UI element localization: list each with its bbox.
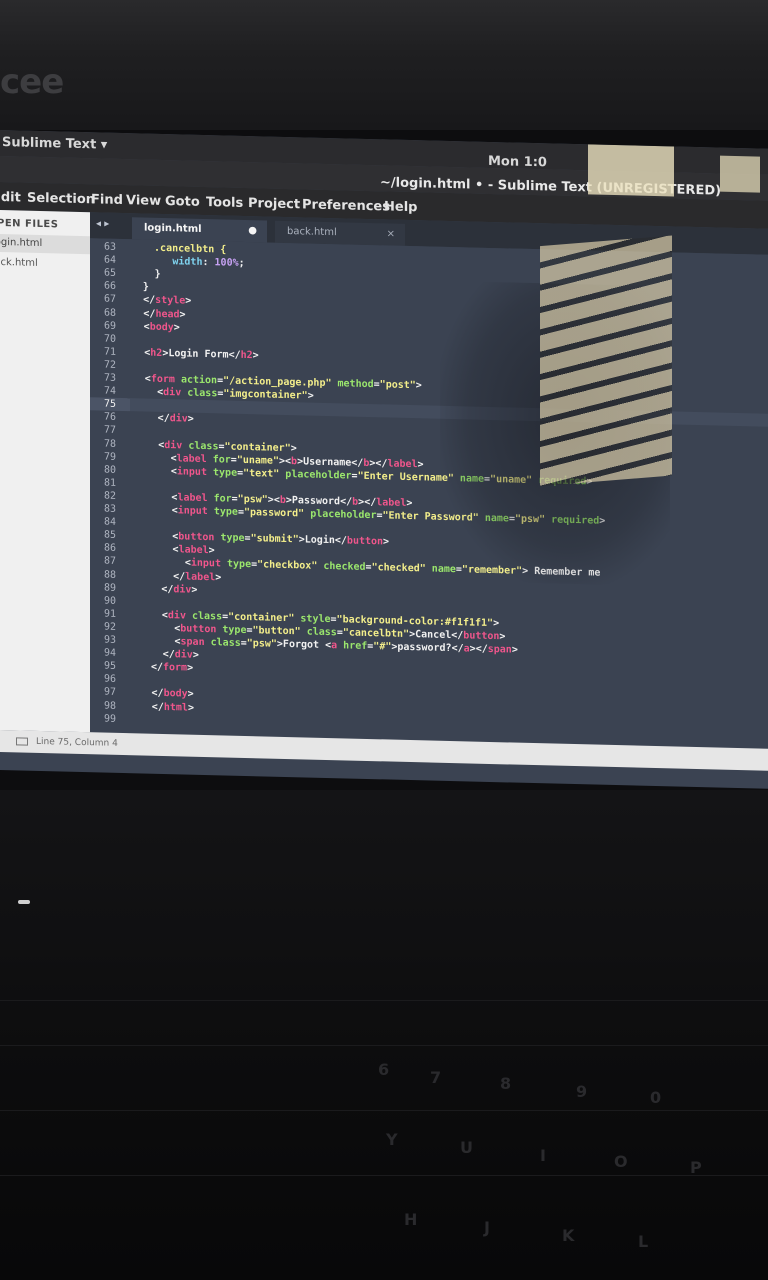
line-number: 70 (104, 333, 117, 345)
menu-preferences[interactable]: Preferences (302, 197, 390, 214)
menu-view[interactable]: View (126, 193, 161, 209)
code-line[interactable]: <body> (144, 320, 180, 334)
code-line[interactable]: } (143, 281, 149, 294)
window-glare (540, 235, 672, 487)
menu-project[interactable]: Project (248, 196, 300, 212)
line-number: 83 (104, 503, 117, 515)
line-number: 92 (104, 621, 117, 633)
key-7: 7 (430, 1068, 442, 1087)
line-number: 76 (104, 411, 117, 424)
app-menu-button[interactable]: Sublime Text ▾ (2, 135, 107, 153)
line-number-gutter: 63 64 65 66 67 68 69 70 71 72 73 74 75 76 77 78 79 80 81 82… (90, 238, 130, 735)
key-8: 8 (500, 1074, 512, 1093)
line-number: 79 (104, 451, 117, 463)
line-number: 86 (104, 542, 117, 555)
menu-selection[interactable]: Selection (27, 191, 95, 208)
line-number: 97 (104, 686, 117, 699)
status-led (18, 900, 30, 904)
close-icon[interactable]: × (387, 223, 395, 245)
laptop-keyboard: 6 7 8 9 0 Y U I O P H J K L (0, 790, 768, 1280)
code-line[interactable]: </form> (151, 661, 193, 675)
menu-tools[interactable]: Tools (206, 195, 243, 211)
tab-back[interactable]: back.html × (275, 220, 405, 246)
key-6: 6 (378, 1060, 390, 1079)
key-0: 0 (650, 1088, 662, 1107)
code-line[interactable]: </div> (146, 412, 194, 426)
line-number: 84 (104, 516, 117, 528)
key-i: I (540, 1146, 546, 1165)
menu-goto[interactable]: Goto (165, 194, 200, 210)
line-number: 99 (104, 713, 117, 725)
line-number: 75 (90, 397, 130, 412)
line-number: 94 (104, 647, 117, 659)
line-number: 72 (104, 359, 117, 371)
line-number: 82 (104, 490, 117, 502)
code-line[interactable]: } (143, 268, 161, 281)
line-number: 80 (104, 464, 117, 476)
line-number: 66 (104, 280, 117, 293)
line-number: 71 (104, 346, 117, 358)
key-k: K (562, 1226, 575, 1245)
line-number: 81 (104, 477, 117, 489)
sidebar: OPEN FILES login.html back.html (0, 210, 90, 733)
line-number: 73 (104, 372, 117, 384)
tab-label: login.html (144, 222, 202, 235)
line-number: 74 (104, 385, 117, 397)
line-number: 95 (104, 660, 117, 673)
tab-label: back.html (287, 226, 337, 239)
unsaved-dot-icon[interactable]: ● (248, 220, 257, 242)
tab-login[interactable]: login.html ● (132, 217, 267, 243)
sidebar-header: OPEN FILES (0, 217, 59, 231)
code-line[interactable]: </head> (143, 307, 185, 321)
code-line[interactable]: </div> (151, 648, 199, 662)
line-number: 85 (104, 529, 117, 542)
line-number: 64 (104, 254, 117, 266)
line-number: 93 (104, 634, 117, 646)
line-number: 90 (104, 595, 117, 607)
line-number: 68 (104, 307, 117, 319)
code-line[interactable]: </html> (152, 700, 194, 714)
key-9: 9 (576, 1082, 588, 1101)
menu-find[interactable]: Find (91, 192, 123, 208)
window-glare (588, 144, 674, 197)
panel-toggle-icon[interactable] (16, 737, 28, 746)
line-number: 89 (104, 582, 117, 594)
line-number: 63 (104, 241, 117, 253)
brand-logo: cee (0, 62, 64, 102)
menu-edit[interactable]: Edit (0, 190, 21, 206)
key-u: U (460, 1138, 473, 1157)
line-number: 98 (104, 700, 117, 712)
key-y: Y (386, 1130, 398, 1149)
line-number: 96 (104, 673, 117, 686)
sidebar-file-login[interactable]: login.html (0, 234, 90, 255)
key-l: L (638, 1232, 649, 1251)
key-j: J (484, 1218, 490, 1237)
line-number: 88 (104, 569, 117, 581)
window-glare (720, 155, 760, 193)
line-number: 67 (104, 293, 117, 306)
line-number: 87 (104, 555, 117, 568)
line-number: 78 (104, 438, 117, 450)
laptop-bezel: cee (0, 0, 768, 130)
code-line[interactable]: </body> (152, 687, 194, 701)
code-line[interactable]: </style> (143, 294, 191, 308)
key-o: O (614, 1152, 628, 1171)
line-number: 91 (104, 608, 117, 620)
tab-nav-arrows-icon[interactable]: ◂ ▸ (96, 218, 109, 229)
menu-help[interactable]: Help (384, 199, 417, 215)
line-number: 65 (104, 267, 117, 280)
key-p: P (690, 1158, 702, 1177)
code-line[interactable]: </div> (149, 582, 197, 596)
key-h: H (404, 1210, 418, 1229)
screen: Sublime Text ▾ Mon 1:0 ~/login.html • - … (0, 130, 768, 789)
sidebar-file-back[interactable]: back.html (0, 254, 90, 274)
line-number: 69 (104, 320, 117, 332)
line-number: 77 (104, 424, 117, 437)
cursor-position: Line 75, Column 4 (36, 736, 118, 749)
code-line[interactable]: <h2>Login Form</h2> (144, 346, 258, 362)
